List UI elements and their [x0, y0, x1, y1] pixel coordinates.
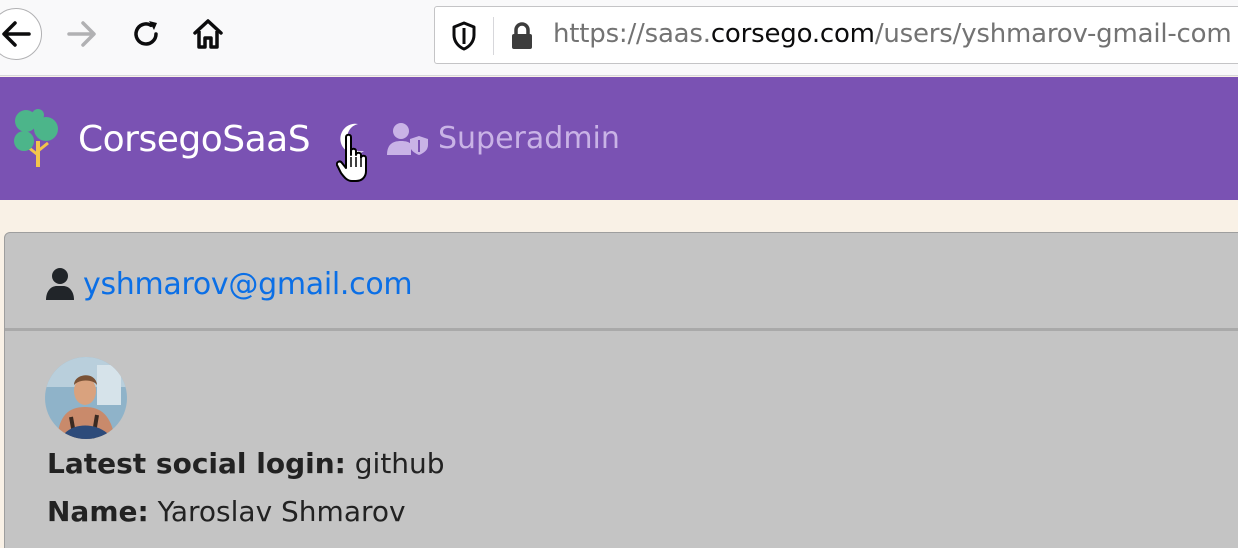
card-header: yshmarov@gmail.com — [5, 233, 1238, 331]
url-host: corsego.com — [710, 19, 875, 49]
home-button[interactable] — [182, 8, 234, 60]
superadmin-label: Superadmin — [438, 121, 620, 156]
home-icon — [193, 19, 223, 49]
user-shield-icon — [387, 122, 428, 155]
back-icon — [2, 21, 31, 47]
forward-button[interactable] — [56, 8, 108, 60]
user-email-link[interactable]: yshmarov@gmail.com — [83, 267, 413, 302]
reload-button[interactable] — [120, 8, 172, 60]
name-value: Yaroslav Shmarov — [148, 495, 406, 528]
latest-social-login-value: github — [345, 447, 445, 480]
address-bar[interactable]: https://saas.corsego.com/users/yshmarov-… — [434, 6, 1238, 64]
back-button[interactable] — [0, 8, 42, 60]
name-field: Name: Yaroslav Shmarov — [47, 495, 406, 528]
forward-icon — [67, 21, 96, 47]
superadmin-link[interactable]: Superadmin — [386, 121, 620, 156]
reload-icon — [134, 21, 158, 46]
tree-logo-icon[interactable] — [12, 107, 62, 169]
name-label: Name: — [47, 495, 149, 528]
avatar — [45, 357, 127, 439]
browser-toolbar: https://saas.corsego.com/users/yshmarov-… — [0, 0, 1238, 76]
address-bar-divider — [493, 17, 494, 55]
shield-icon[interactable] — [451, 21, 477, 51]
user-icon — [46, 268, 74, 300]
user-card: yshmarov@gmail.com Latest social login: … — [4, 232, 1238, 548]
url-path: /users/yshmarov-gmail-com — [874, 19, 1232, 49]
lock-icon[interactable] — [509, 21, 535, 51]
latest-social-login-field: Latest social login: github — [47, 447, 445, 480]
url-text: https://saas.corsego.com/users/yshmarov-… — [553, 19, 1232, 49]
url-scheme: https://saas. — [553, 19, 711, 49]
hand-pointer-icon — [336, 133, 367, 182]
brand-name[interactable]: CorsegoSaaS — [78, 119, 311, 160]
latest-social-login-label: Latest social login: — [47, 447, 346, 480]
app-navbar: CorsegoSaaS Superadmin — [0, 77, 1238, 200]
